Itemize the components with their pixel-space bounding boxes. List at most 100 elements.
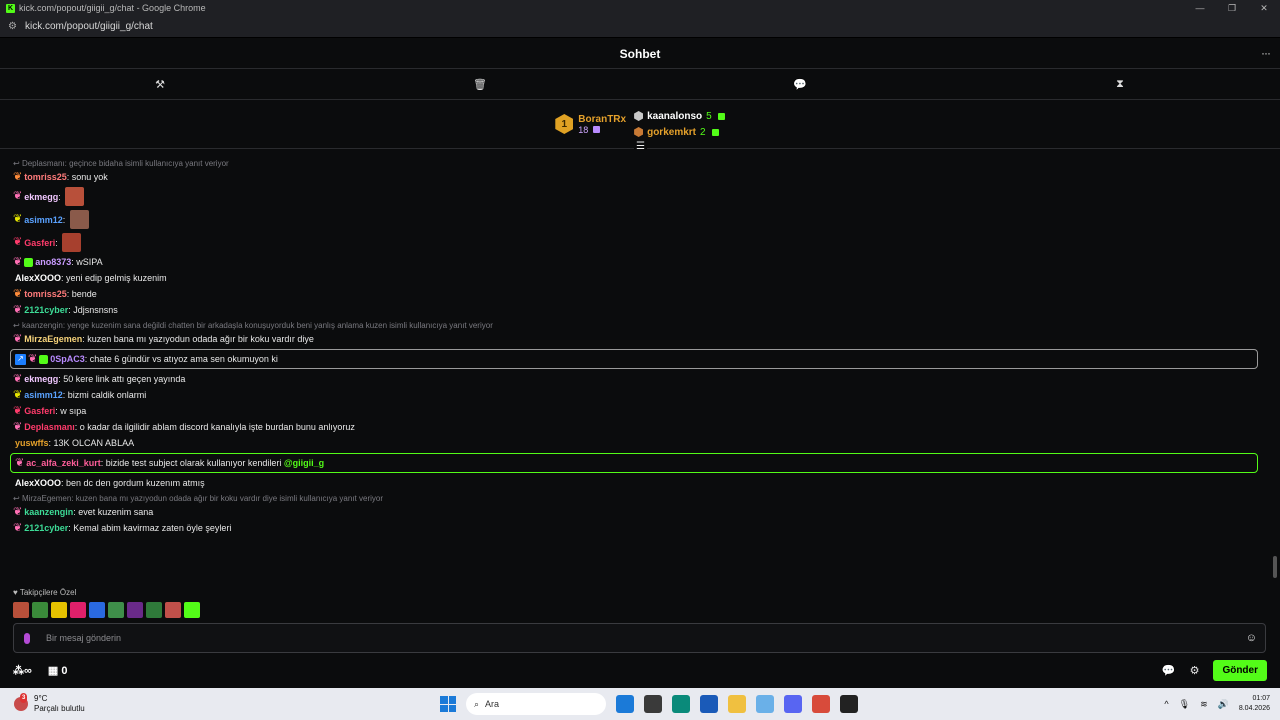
- emote-button[interactable]: [13, 602, 29, 618]
- chat-username[interactable]: asimm12: [24, 214, 63, 226]
- chat-username[interactable]: ano8373: [35, 256, 71, 268]
- gifter-3[interactable]: gorkemkrt 2: [634, 127, 725, 138]
- mic-tray-icon[interactable]: 🎙: [1179, 699, 1190, 710]
- chat-username[interactable]: Gasferi: [24, 405, 55, 417]
- url-text[interactable]: kick.com/popout/giigii_g/chat: [25, 21, 153, 32]
- chat-username[interactable]: 2121cyber: [24, 522, 68, 534]
- emote-button[interactable]: [108, 602, 124, 618]
- message-input[interactable]: [46, 633, 1246, 643]
- chat-username[interactable]: ac_alfa_zeki_kurt: [26, 457, 101, 469]
- collapse-icon[interactable]: ☰: [634, 141, 647, 152]
- message-input-box[interactable]: ☺: [13, 623, 1266, 653]
- top-gifter-1[interactable]: 1 BoranTRx 18: [555, 114, 626, 135]
- chat-username[interactable]: Deplasmanı: [24, 421, 75, 433]
- emote-image[interactable]: [69, 210, 89, 229]
- chat-message[interactable]: ❦ ac_alfa_zeki_kurt: bizide test subject …: [10, 453, 1258, 473]
- taskbar-app-icon[interactable]: [784, 695, 802, 713]
- chevron-up-icon[interactable]: ^: [1164, 699, 1168, 709]
- points-button[interactable]: ⁂∞: [13, 664, 32, 677]
- chat-text: 13K OLCAN ABLAA: [53, 438, 135, 448]
- emote-button[interactable]: [165, 602, 181, 618]
- chat-username[interactable]: tomriss25: [24, 171, 67, 183]
- chat-username[interactable]: tomriss25: [24, 288, 67, 300]
- chat-username[interactable]: MirzaEgemen: [24, 333, 82, 345]
- more-options-icon[interactable]: ···: [1261, 46, 1271, 60]
- chat-username[interactable]: kaanzengin: [24, 506, 73, 518]
- reply-context[interactable]: ↩ MirzaEgemen: kuzen bana mı yazıyodun o…: [0, 494, 1268, 504]
- chat-username[interactable]: Gasferi: [24, 237, 55, 249]
- chat-message[interactable]: AlexXOOO: yeni edip gelmiş kuzenim: [0, 270, 1268, 286]
- taskbar-app-icon[interactable]: [616, 695, 634, 713]
- chat-username[interactable]: AlexXOOO: [15, 477, 61, 489]
- chat-message[interactable]: ❦ asimm12:: [0, 208, 1268, 231]
- taskbar-app-icon[interactable]: [644, 695, 662, 713]
- chat-message[interactable]: ❦ MirzaEgemen: kuzen bana mı yazıyodun od…: [0, 331, 1268, 347]
- wifi-icon[interactable]: ≋: [1200, 699, 1208, 710]
- gifts-button[interactable]: ▦ 0: [48, 664, 68, 677]
- chat-username[interactable]: ekmegg: [24, 373, 58, 385]
- hourglass-icon[interactable]: ⧗: [960, 69, 1280, 99]
- site-settings-icon[interactable]: ⚙: [8, 21, 17, 32]
- chat-username[interactable]: 2121cyber: [24, 304, 68, 316]
- chat-message[interactable]: ❦ 2121cyber: Kemal abim kavirmaz zaten öy…: [0, 520, 1268, 536]
- pin-icon[interactable]: ⚒: [0, 69, 320, 99]
- emote-button[interactable]: [70, 602, 86, 618]
- chat-username[interactable]: ekmegg: [24, 191, 58, 203]
- emoji-icon[interactable]: ☺: [1246, 632, 1257, 644]
- chat-message[interactable]: ❦ Gasferi: w sıpa: [0, 403, 1268, 419]
- chat-username[interactable]: 0SpAC3: [50, 353, 85, 365]
- chat-message[interactable]: ↗ ❦ 0SpAC3: chate 6 gündür vs atıyoz ama s…: [10, 349, 1258, 369]
- chat-message[interactable]: ❦ ekmegg:: [0, 185, 1268, 208]
- chat-username[interactable]: AlexXOOO: [15, 272, 61, 284]
- taskbar-app-icon[interactable]: [672, 695, 690, 713]
- emote-button[interactable]: [32, 602, 48, 618]
- taskbar-search[interactable]: ⌕ Ara: [466, 693, 606, 715]
- close-button[interactable]: ✕: [1248, 0, 1280, 16]
- chat-bubble-icon[interactable]: 💬: [640, 69, 960, 99]
- chat-username[interactable]: asimm12: [24, 389, 63, 401]
- gifter-2[interactable]: kaanalonso 5: [634, 111, 725, 122]
- emote-button[interactable]: [89, 602, 105, 618]
- trash-icon[interactable]: 🗑: [320, 69, 640, 99]
- chat-message[interactable]: ❦ asimm12: bizmi caldik onlarmi: [0, 387, 1268, 403]
- chat-settings-icon[interactable]: 💬: [1162, 664, 1176, 677]
- clock[interactable]: 01:07 8.04.2026: [1239, 694, 1270, 714]
- chat-message[interactable]: ❦ Gasferi:: [0, 231, 1268, 254]
- taskbar-app-icon[interactable]: [812, 695, 830, 713]
- emote-button[interactable]: [127, 602, 143, 618]
- chat-message[interactable]: ❦ ano8373: wSIPA: [0, 254, 1268, 270]
- chat-message[interactable]: AlexXOOO: ben dc den gordum kuzenım atmı…: [0, 475, 1268, 491]
- taskbar-app-icon[interactable]: [756, 695, 774, 713]
- mic-icon[interactable]: [24, 632, 30, 644]
- chat-message[interactable]: ❦ ekmegg: 50 kere link attı geçen yayında: [0, 371, 1268, 387]
- send-button[interactable]: Gönder: [1213, 659, 1267, 681]
- minimize-button[interactable]: —: [1184, 0, 1216, 16]
- chat-message[interactable]: yuswffs: 13K OLCAN ABLAA: [0, 435, 1268, 451]
- emote-button[interactable]: [146, 602, 162, 618]
- chat-message[interactable]: ❦ 2121cyber: Jdjsnsnsns: [0, 302, 1268, 318]
- reply-context[interactable]: ↩ kaanzengin: yenge kuzenim sana değildi…: [0, 321, 1268, 331]
- restore-button[interactable]: ❐: [1216, 0, 1248, 16]
- scrollbar-thumb[interactable]: [1273, 556, 1277, 578]
- chat-message[interactable]: ❦ kaanzengin: evet kuzenim sana: [0, 504, 1268, 520]
- taskbar-app-icon[interactable]: [840, 695, 858, 713]
- emote-image[interactable]: [62, 233, 82, 252]
- taskbar-app-icon[interactable]: [728, 695, 746, 713]
- chat-message[interactable]: ❦ tomriss25: sonu yok: [0, 169, 1268, 185]
- emote-button[interactable]: [51, 602, 67, 618]
- windows-start-icon[interactable]: [440, 696, 456, 712]
- gear-icon[interactable]: ⚙: [1190, 664, 1200, 677]
- taskbar-app-icon[interactable]: [700, 695, 718, 713]
- emote-image[interactable]: [65, 187, 85, 206]
- chat-message[interactable]: ❦ tomriss25: bende: [0, 286, 1268, 302]
- weather-widget[interactable]: 3 9°C Parçalı bulutlu: [0, 693, 85, 714]
- chat-username[interactable]: yuswffs: [15, 437, 49, 449]
- chat-message[interactable]: ❦ Deplasmanı: o kadar da ilgilidir ablam …: [0, 419, 1268, 435]
- volume-icon[interactable]: 🔊: [1218, 699, 1229, 710]
- reply-context[interactable]: ↩ Deplasmanı: geçince bidaha isimli kull…: [0, 159, 1268, 169]
- subscriber-badge-icon: [24, 257, 34, 267]
- emote-button[interactable]: [184, 602, 200, 618]
- colon: :: [55, 237, 61, 248]
- address-bar[interactable]: ⚙ kick.com/popout/giigii_g/chat: [0, 16, 1280, 38]
- mention[interactable]: @giigii_g: [284, 457, 324, 469]
